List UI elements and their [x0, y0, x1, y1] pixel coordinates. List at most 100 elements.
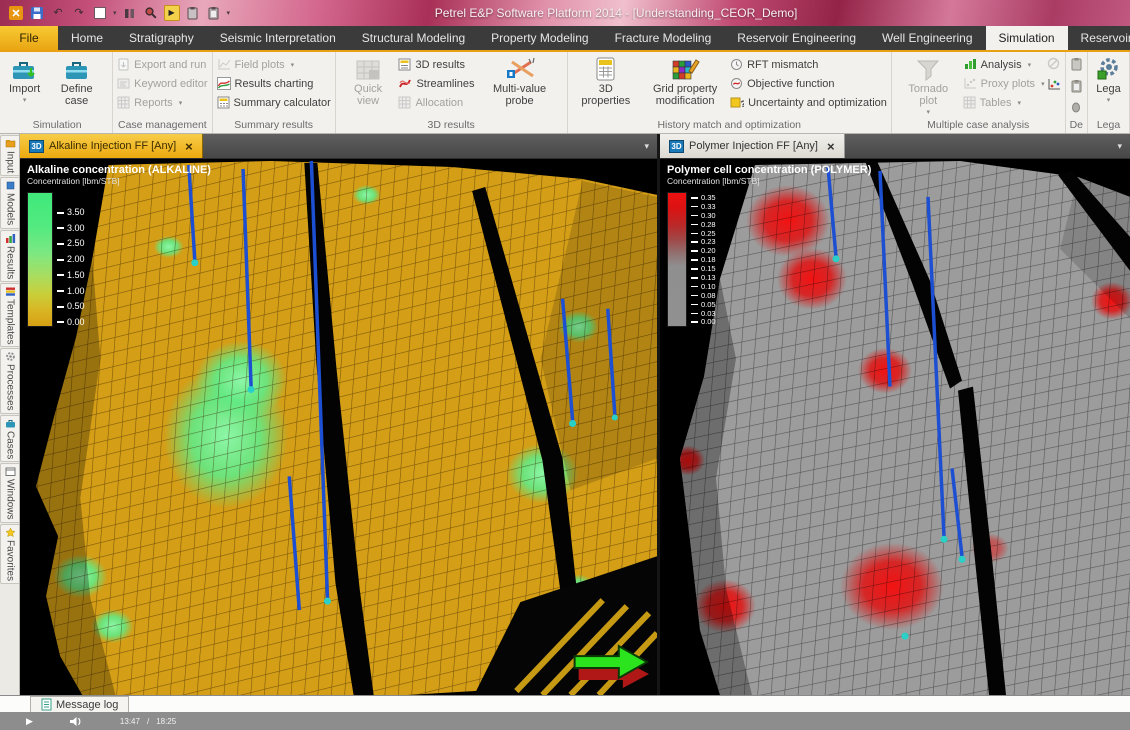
field-plots-button[interactable]: Field plots ▾: [217, 57, 331, 72]
tab-seismic-interpretation[interactable]: Seismic Interpretation: [207, 26, 349, 50]
tab-alkaline-injection[interactable]: 3D Alkaline Injection FF [Any] ×: [20, 134, 203, 158]
3d-properties-icon: [594, 55, 617, 82]
save-icon[interactable]: [29, 5, 45, 21]
3d-properties-button[interactable]: 3D properties: [572, 53, 641, 107]
group-label: History match and optimization: [572, 119, 887, 133]
results-charting-button[interactable]: Results charting: [217, 76, 331, 91]
dropdown-icon: ▾: [1041, 80, 1045, 88]
tab-simulation[interactable]: Simulation: [986, 26, 1068, 50]
panel-menu-dropdown-icon[interactable]: ▾: [1109, 134, 1130, 158]
keyword-editor-button[interactable]: Keyword editor: [117, 76, 207, 91]
dropdown-icon: ▾: [291, 61, 295, 69]
tab-structural-modeling[interactable]: Structural Modeling: [349, 26, 478, 50]
clipboard-icon-button[interactable]: [1070, 57, 1083, 76]
folder-icon: [5, 138, 16, 149]
alkaline-panel-tab-bar: 3D Alkaline Injection FF [Any] × ▾: [20, 134, 657, 159]
uncertainty-icon: ?: [730, 96, 744, 109]
layout-columns-icon[interactable]: [122, 5, 138, 21]
group-label: De: [1070, 119, 1083, 133]
objective-function-button[interactable]: Objective function: [730, 76, 887, 91]
crossplot-icon-button[interactable]: [1047, 78, 1061, 96]
sidebar-item-processes[interactable]: Processes: [0, 348, 19, 414]
window-title: Petrel E&P Software Platform 2014 - [Und…: [234, 6, 998, 20]
tab-property-modeling[interactable]: Property Modeling: [478, 26, 601, 50]
tables-button[interactable]: Tables ▾: [963, 95, 1045, 110]
close-icon[interactable]: ×: [185, 140, 193, 153]
legacy-button[interactable]: Lega ▾: [1092, 53, 1125, 107]
sidebar-item-models[interactable]: Models: [0, 177, 19, 228]
case-compare-icon-button[interactable]: [1047, 57, 1061, 75]
play-process-icon[interactable]: ▶: [164, 5, 180, 21]
tornado-plot-button[interactable]: Tornado plot ▾: [896, 53, 961, 119]
grid-property-modification-button[interactable]: Grid property modification: [642, 53, 728, 107]
player-duration: 18:25: [156, 717, 176, 726]
allocation-button[interactable]: Allocation: [398, 95, 474, 110]
close-icon[interactable]: ×: [827, 140, 835, 153]
rft-mismatch-button[interactable]: RFT mismatch: [730, 57, 887, 72]
copy-icon[interactable]: [185, 5, 201, 21]
tab-reservoir-engineering[interactable]: Reservoir Engineering: [724, 26, 869, 50]
multi-value-probe-button[interactable]: Multi-value probe: [477, 53, 563, 107]
inspect-icon[interactable]: [143, 5, 159, 21]
3d-results-button[interactable]: 3D results: [398, 57, 474, 72]
petrel-window: ↶ ↷ ▾ ▶ ▾ Petrel E&P Software Platform 2…: [0, 0, 1130, 730]
analysis-button[interactable]: Analysis ▾: [963, 57, 1045, 72]
stamp-icon-button[interactable]: [1070, 101, 1083, 119]
allocation-icon: [398, 96, 411, 109]
clipboard-copy-icon-button[interactable]: [1070, 79, 1083, 98]
streamlines-button[interactable]: Streamlines: [398, 76, 474, 91]
player-volume-icon[interactable]: [69, 716, 82, 727]
redo-icon[interactable]: ↷: [71, 5, 87, 21]
sidebar-item-windows[interactable]: Windows: [0, 463, 19, 523]
sidebar-item-cases[interactable]: Cases: [0, 415, 19, 462]
player-current-time: 13:47: [120, 717, 140, 726]
tornado-plot-icon: [915, 55, 941, 82]
sidebar-item-results[interactable]: Results: [0, 230, 19, 282]
new-window-dropdown-icon[interactable]: ▾: [113, 9, 117, 17]
define-case-button[interactable]: Define case: [45, 53, 108, 107]
sidebar-item-input[interactable]: Input: [0, 135, 19, 176]
sidebar-item-templates[interactable]: Templates: [0, 283, 19, 348]
import-button[interactable]: Import ▾: [6, 53, 43, 107]
group-case-management: Export and run Keyword editor Reports ▾ …: [113, 52, 212, 133]
polymer-3d-viewport[interactable]: Polymer cell concentration (POLYMER) Con…: [660, 159, 1130, 695]
panel-menu-dropdown-icon[interactable]: ▾: [636, 134, 657, 158]
tab-file[interactable]: File: [0, 26, 58, 50]
tab-fracture-modeling[interactable]: Fracture Modeling: [602, 26, 725, 50]
tab-home[interactable]: Home: [58, 26, 116, 50]
color-scale-bar: [667, 192, 687, 327]
layers-icon: [5, 286, 16, 297]
group-history-match: 3D properties Grid property modification…: [568, 52, 892, 133]
polymer-panel-tab-bar: 3D Polymer Injection FF [Any] × ▾: [660, 134, 1130, 159]
analysis-icon: [963, 58, 977, 71]
tab-reservoir-geomechanics[interactable]: Reservoir Ge: [1068, 26, 1130, 50]
uncertainty-optimization-button[interactable]: ? Uncertainty and optimization: [730, 95, 887, 110]
summary-calculator-icon: [217, 96, 230, 109]
streamlines-icon: [398, 77, 412, 90]
tab-well-engineering[interactable]: Well Engineering: [869, 26, 986, 50]
group-3d-results: Quick view 3D results Streamlines Alloca…: [336, 52, 568, 133]
tab-stratigraphy[interactable]: Stratigraphy: [116, 26, 207, 50]
tab-polymer-injection[interactable]: 3D Polymer Injection FF [Any] ×: [660, 134, 845, 158]
dropdown-icon: ▾: [927, 107, 931, 119]
player-play-icon[interactable]: ▶: [26, 717, 33, 726]
briefcase-icon: [64, 55, 89, 82]
proxy-plots-button[interactable]: Proxy plots ▾: [963, 76, 1045, 91]
group-label: Lega: [1092, 119, 1125, 133]
sidebar-item-favorites[interactable]: Favorites: [0, 524, 19, 584]
player-time: 13:47 / 18:25: [120, 717, 176, 726]
alkaline-3d-viewport[interactable]: Alkaline concentration (ALKALINE) Concen…: [20, 159, 657, 695]
export-and-run-button[interactable]: Export and run: [117, 57, 207, 72]
group-label: Simulation: [6, 119, 108, 133]
paste-icon[interactable]: [206, 5, 222, 21]
player-time-divider: /: [147, 717, 149, 726]
undo-icon[interactable]: ↶: [50, 5, 66, 21]
summary-calculator-button[interactable]: Summary calculator: [217, 95, 331, 110]
qat-more-icon[interactable]: ▾: [227, 9, 231, 17]
new-window-icon[interactable]: [92, 5, 108, 21]
app-logo-icon[interactable]: [8, 5, 24, 21]
main-area: Input Models Results Templates Processes…: [0, 134, 1130, 695]
message-log-tab[interactable]: Message log: [30, 696, 129, 712]
quick-view-button[interactable]: Quick view: [340, 53, 397, 107]
reports-button[interactable]: Reports ▾: [117, 95, 207, 110]
